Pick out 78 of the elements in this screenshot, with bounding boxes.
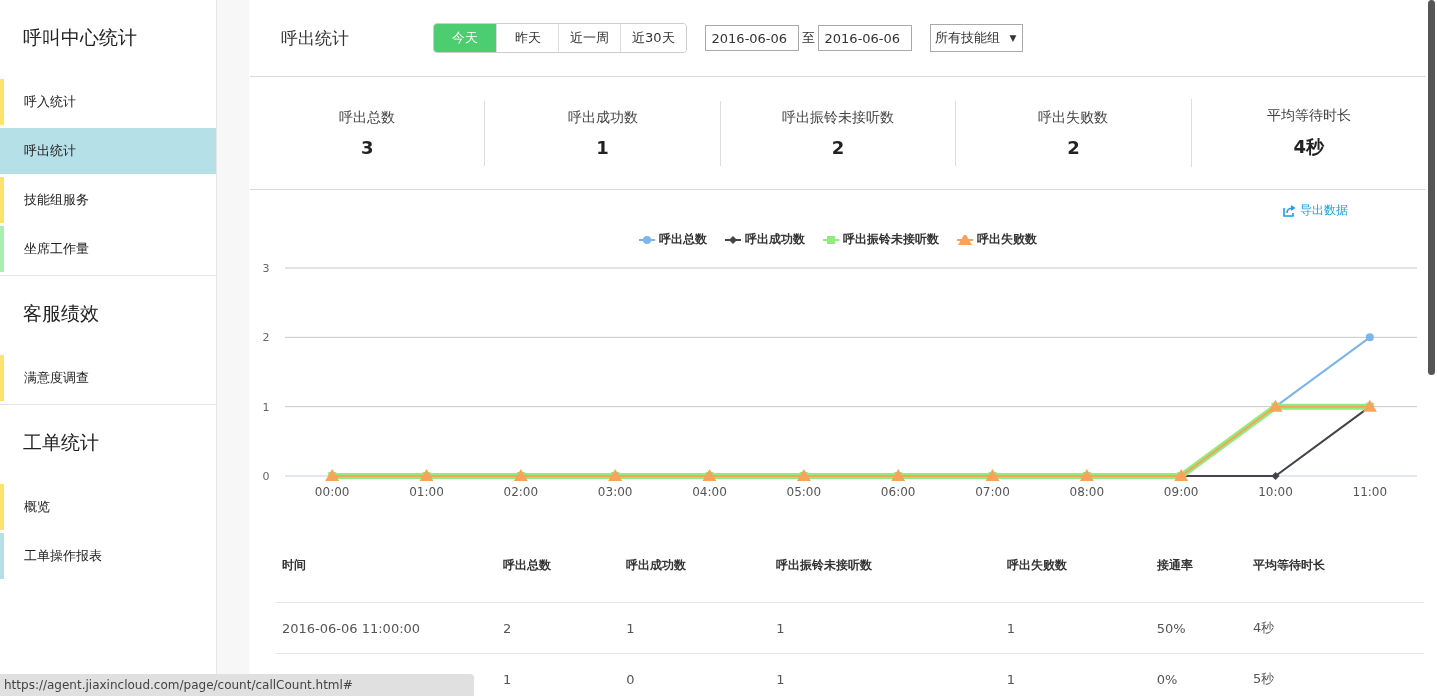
column-header: 呼出振铃未接听数	[770, 528, 1001, 603]
item-label: 技能组服务	[24, 191, 89, 209]
sidebar-item[interactable]: 概览	[0, 484, 216, 530]
column-header: 呼出总数	[497, 528, 621, 603]
x-tick-label: 07:00	[975, 485, 1010, 498]
sidebar-item[interactable]: 满意度调查	[0, 355, 216, 401]
stat-value: 2	[1067, 136, 1080, 158]
column-header: 平均等待时长	[1247, 528, 1424, 603]
x-tick-label: 04:00	[692, 485, 727, 498]
start-date-field[interactable]: 2016-06-06	[704, 25, 799, 51]
end-date-field[interactable]: 2016-06-06	[817, 25, 912, 51]
item-label: 满意度调查	[24, 369, 89, 387]
sidebar-item[interactable]: 技能组服务	[0, 177, 216, 223]
legend-item[interactable]: 呼出成功数	[725, 231, 805, 248]
section-title: 客服绩效	[0, 275, 216, 352]
stat-value: 4秒	[1293, 135, 1325, 159]
x-tick-label: 05:00	[786, 485, 822, 498]
x-tick-label: 10:00	[1258, 485, 1293, 498]
sidebar-item[interactable]: 工单操作报表	[0, 533, 216, 579]
legend-item[interactable]: 呼出振铃未接听数	[823, 231, 939, 248]
column-header: 时间	[276, 528, 497, 603]
y-tick-label: 3	[262, 262, 270, 275]
table-cell: 2	[503, 620, 512, 636]
stat-label: 呼出振铃未接听数	[782, 108, 894, 127]
stat-value: 1	[596, 136, 609, 158]
table-cell: 4秒	[1253, 620, 1275, 635]
stat-label: 呼出失败数	[1038, 108, 1109, 127]
group-dropdown[interactable]: 所有技能组 ▼	[929, 24, 1024, 52]
column-header: 呼出失败数	[1000, 528, 1151, 603]
item-label: 工单操作报表	[24, 547, 102, 565]
item-label: 概览	[24, 498, 50, 516]
data-point	[1365, 333, 1374, 342]
item-label: 呼出统计	[24, 142, 76, 160]
table-cell: 0%	[1156, 671, 1178, 687]
table-cell: 0	[626, 671, 635, 687]
table-cell: 1	[1006, 620, 1016, 636]
x-tick-label: 01:00	[409, 485, 444, 498]
x-tick-label: 03:00	[597, 485, 633, 498]
y-tick-label: 1	[262, 400, 270, 414]
sidebar-item[interactable]: 呼入统计	[0, 79, 216, 125]
y-tick-label: 2	[262, 331, 270, 345]
page-title: 呼出统计	[281, 26, 350, 50]
stat-label: 呼出总数	[339, 108, 396, 127]
stat-label: 呼出成功数	[567, 108, 638, 127]
table-cell: 1	[503, 671, 512, 687]
table-cell: 1	[1006, 671, 1016, 687]
table-cell: 1	[626, 620, 635, 636]
table-cell: 5秒	[1253, 671, 1275, 686]
legend-item[interactable]: 呼出总数	[639, 231, 707, 248]
x-tick-label: 09:00	[1163, 485, 1199, 498]
scrollbar[interactable]	[1428, 0, 1435, 375]
stat-value: 3	[360, 136, 374, 158]
x-tick-label: 02:00	[503, 485, 539, 498]
table-cell: 50%	[1156, 620, 1186, 636]
table-cell: 2016-06-06 11:00:00	[282, 620, 421, 636]
x-tick-label: 00:00	[314, 485, 350, 498]
column-header: 接通率	[1150, 528, 1248, 603]
status-bar: https://agent.jiaxincloud.com/page/count/callCount.html#	[0, 674, 474, 696]
y-tick-label: 0	[262, 470, 270, 483]
legend-item[interactable]: 呼出失败数	[957, 231, 1037, 248]
sidebar-item[interactable]: 呼出统计	[0, 128, 216, 174]
section-title: 呼叫中心统计	[22, 25, 138, 50]
data-point	[1271, 472, 1280, 480]
date-separator: 至	[801, 29, 815, 47]
stat-value: 2	[831, 136, 845, 158]
table-cell: 1	[776, 671, 785, 687]
item-label: 呼入统计	[24, 93, 76, 111]
range-tab[interactable]: 近30天	[620, 24, 686, 52]
stat-label: 平均等待时长	[1266, 107, 1351, 125]
sidebar-item[interactable]: 坐席工作量	[0, 226, 216, 272]
section-title: 工单统计	[0, 404, 216, 481]
x-tick-label: 11:00	[1352, 485, 1388, 498]
table-cell: 1	[776, 620, 785, 636]
x-tick-label: 06:00	[880, 485, 916, 498]
column-header: 呼出成功数	[620, 528, 771, 603]
share-icon	[1283, 204, 1296, 217]
item-label: 坐席工作量	[24, 240, 89, 258]
x-tick-label: 08:00	[1069, 485, 1105, 498]
